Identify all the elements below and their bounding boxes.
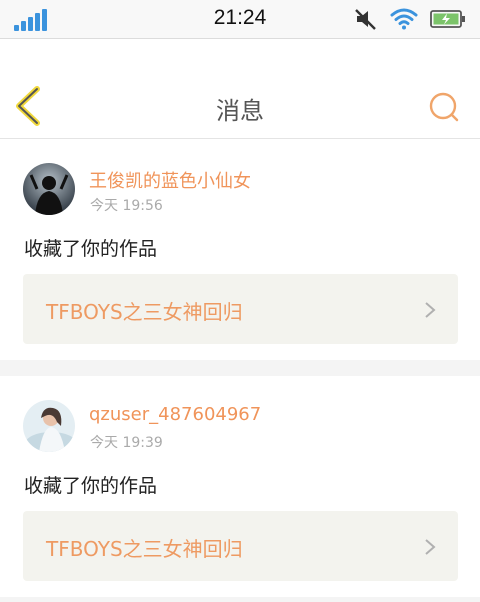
wifi-icon — [390, 8, 418, 30]
notification-item: qzuser_487604967 今天 19:39 收藏了你的作品 TFBOYS… — [0, 376, 480, 597]
work-link[interactable]: TFBOYS之三女神回归 — [23, 511, 458, 581]
work-link[interactable]: TFBOYS之三女神回归 — [23, 274, 458, 344]
page-title: 消息 — [216, 97, 264, 125]
battery-charging-icon — [430, 10, 465, 28]
timestamp: 今天 19:56 — [90, 198, 163, 214]
work-title: TFBOYS之三女神回归 — [46, 300, 243, 324]
avatar[interactable] — [23, 163, 75, 215]
username[interactable]: qzuser_487604967 — [89, 404, 261, 425]
chevron-right-icon — [425, 302, 436, 318]
status-bar: 21:24 — [0, 0, 480, 39]
notification-item: 王俊凯的蓝色小仙女 今天 19:56 收藏了你的作品 TFBOYS之三女神回归 — [0, 139, 480, 360]
work-title: TFBOYS之三女神回归 — [46, 537, 243, 561]
navigation-bar: 消息 — [0, 39, 480, 139]
action-text: 收藏了你的作品 — [24, 475, 158, 497]
mute-icon — [355, 9, 376, 30]
username[interactable]: 王俊凯的蓝色小仙女 — [89, 167, 251, 193]
chevron-right-icon — [425, 539, 436, 555]
avatar[interactable] — [23, 400, 75, 452]
action-text: 收藏了你的作品 — [24, 238, 158, 260]
search-icon[interactable] — [428, 91, 460, 123]
timestamp: 今天 19:39 — [90, 435, 163, 451]
